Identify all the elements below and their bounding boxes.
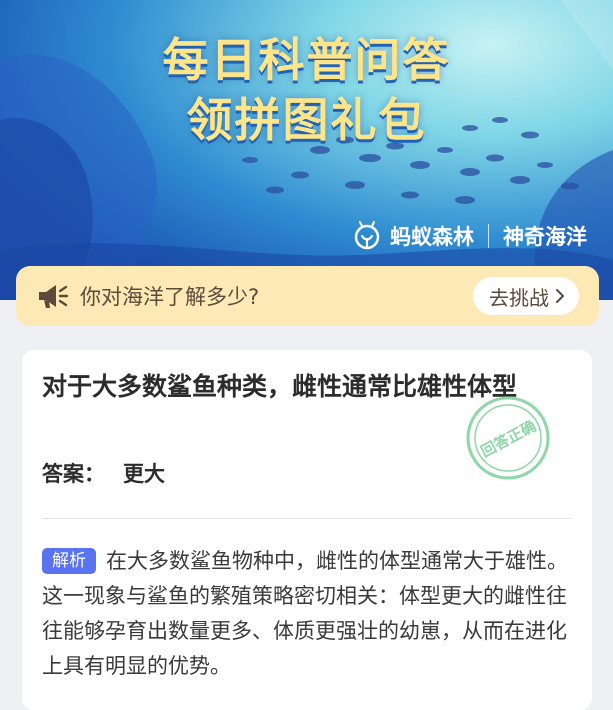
divider: [42, 518, 572, 519]
answer-row: 答案： 更大: [42, 458, 165, 488]
answer-value: 更大: [123, 462, 165, 486]
stamp-text: 回答正确: [478, 417, 539, 461]
prompt-text: 你对海洋了解多少?: [80, 285, 260, 309]
correct-answer-stamp: 回答正确: [466, 396, 550, 480]
challenge-button-label: 去挑战: [489, 285, 549, 310]
hero-banner: 每日科普问答 领拼图礼包 蚂蚁森林 神奇海洋: [0, 0, 613, 300]
brand-divider: [488, 224, 489, 248]
explanation-text: 在大多数鲨鱼物种中，雌性的体型通常大于雄性。这一现象与鲨鱼的繁殖策略密切相关：体…: [42, 549, 568, 678]
banner-title-line1: 每日科普问答: [162, 33, 451, 87]
challenge-prompt-bar: 你对海洋了解多少? 去挑战: [16, 266, 599, 326]
brand-lockup: 蚂蚁森林 神奇海洋: [352, 218, 587, 254]
brand-subtitle: 神奇海洋: [503, 225, 587, 249]
ant-logo-icon: [354, 221, 380, 250]
chevron-right-icon: [556, 289, 564, 303]
banner-title-line2: 领拼图礼包: [186, 93, 427, 147]
question-card: 对于大多数鲨鱼种类，雌性通常比雄性体型 回答正确 答案： 更大 解析 在大多数鲨鱼物…: [22, 350, 592, 710]
explanation-tag: 解析: [42, 548, 96, 574]
challenge-button[interactable]: 去挑战: [473, 277, 579, 315]
answer-label: 答案：: [42, 462, 105, 486]
megaphone-icon: [39, 285, 69, 308]
brand-name: 蚂蚁森林: [390, 225, 474, 249]
explanation-block: 解析 在大多数鲨鱼物种中，雌性的体型通常大于雄性。这一现象与鲨鱼的繁殖策略密切相关…: [42, 544, 577, 684]
